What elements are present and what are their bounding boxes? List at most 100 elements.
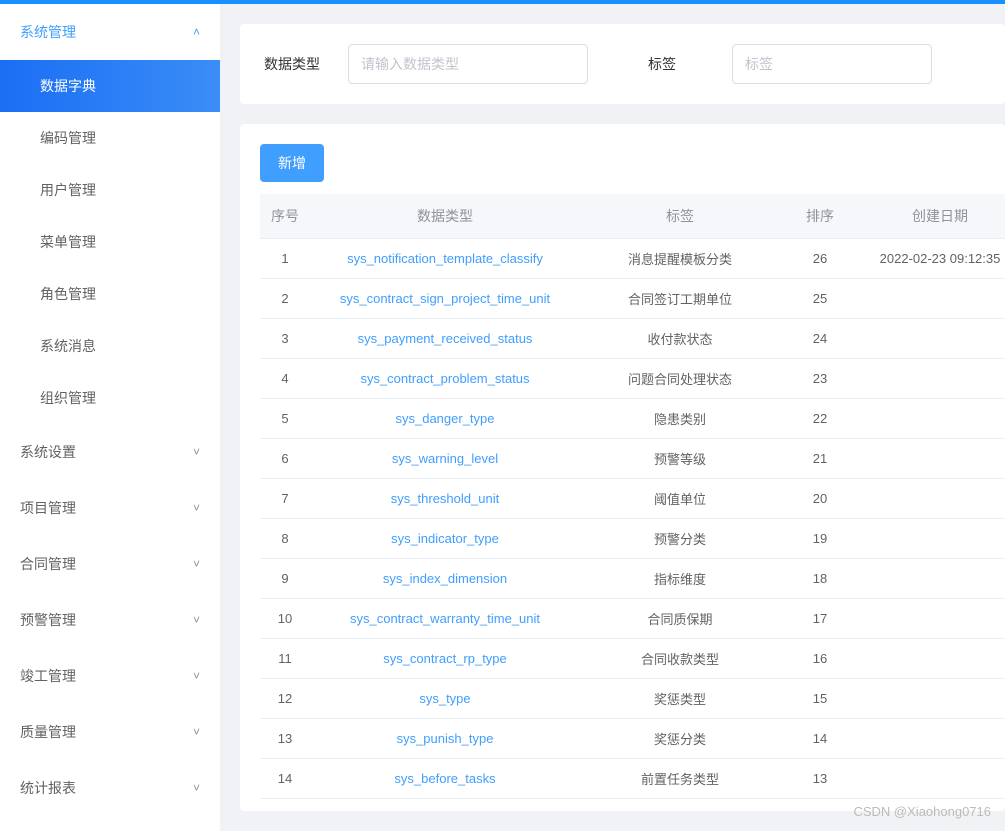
cell-data-type[interactable]: sys_danger_type [310,399,580,439]
cell-create-date [860,679,1005,719]
menu-group-label: 系统设置 [20,442,76,462]
cell-create-date [860,719,1005,759]
cell-data-type[interactable]: sys_payment_received_status [310,319,580,359]
cell-sort: 11 [780,799,860,812]
cell-sort: 25 [780,279,860,319]
cell-seq: 4 [260,359,310,399]
chevron-down-icon: ˅ [193,557,200,571]
table-row: 12sys_type奖惩类型15 [260,679,1005,719]
filter-panel: 数据类型 标签 [240,24,1005,104]
cell-sort: 23 [780,359,860,399]
cell-label: 问题合同处理状态 [580,359,780,399]
menu-group-label: 系统管理 [20,22,76,42]
menu-group-1[interactable]: 系统设置 ˅ [0,424,220,480]
th-label: 标签 [580,194,780,239]
cell-sort: 18 [780,559,860,599]
sidebar-item-0-1[interactable]: 编码管理 [0,112,220,164]
cell-create-date [860,399,1005,439]
cell-label: 预警等级 [580,439,780,479]
cell-create-date [860,559,1005,599]
chevron-down-icon: ˅ [193,501,200,515]
cell-seq: 6 [260,439,310,479]
filter-tag-input[interactable] [732,44,932,84]
cell-label: 预警分类 [580,519,780,559]
table-row: 9sys_index_dimension指标维度18 [260,559,1005,599]
cell-data-type[interactable]: sys_threshold_unit [310,479,580,519]
menu-group-7[interactable]: 统计报表˅ [0,760,220,816]
sidebar: 系统管理˄数据字典编码管理用户管理菜单管理角色管理系统消息组织管理系统设置˅项目… [0,4,220,831]
cell-data-type[interactable]: sys_type [310,679,580,719]
cell-create-date [860,359,1005,399]
cell-data-type[interactable]: sys_contract_rp_type [310,639,580,679]
cell-data-type[interactable]: sys_warning_level [310,439,580,479]
filter-tag-label: 标签 [648,54,712,74]
menu-group-0[interactable]: 系统管理˄ [0,4,220,60]
cell-data-type[interactable]: sys_index_dimension [310,559,580,599]
cell-seq: 14 [260,759,310,799]
cell-data-type[interactable]: sys_contract_problem_status [310,359,580,399]
cell-create-date [860,599,1005,639]
data-table: 序号 数据类型 标签 排序 创建日期 1sys_notification_tem… [260,194,1005,811]
cell-create-date [860,759,1005,799]
cell-label: 阈值单位 [580,479,780,519]
chevron-down-icon: ˅ [193,613,200,627]
cell-seq: 5 [260,399,310,439]
filter-data-type-label: 数据类型 [264,54,328,74]
cell-seq: 3 [260,319,310,359]
menu-group-2[interactable]: 项目管理 ˅ [0,480,220,536]
cell-create-date [860,799,1005,812]
cell-data-type[interactable]: sys_template_type [310,799,580,812]
cell-create-date [860,439,1005,479]
sidebar-item-0-6[interactable]: 组织管理 [0,372,220,424]
th-create-date: 创建日期 [860,194,1005,239]
cell-label: 消息提醒模板分类 [580,239,780,279]
cell-data-type[interactable]: sys_contract_sign_project_time_unit [310,279,580,319]
menu-group-label: 合同管理 [20,554,76,574]
chevron-down-icon: ˅ [193,725,200,739]
cell-label: 收付款状态 [580,319,780,359]
th-seq: 序号 [260,194,310,239]
chevron-down-icon: ˅ [193,445,200,459]
cell-seq: 13 [260,719,310,759]
table-wrap[interactable]: 序号 数据类型 标签 排序 创建日期 1sys_notification_tem… [260,194,1005,811]
table-row: 14sys_before_tasks前置任务类型13 [260,759,1005,799]
sidebar-item-0-4[interactable]: 角色管理 [0,268,220,320]
th-sort: 排序 [780,194,860,239]
add-button[interactable]: 新增 [260,144,324,182]
cell-seq: 2 [260,279,310,319]
cell-label: 合同质保期 [580,599,780,639]
menu-group-6[interactable]: 质量管理˅ [0,704,220,760]
cell-label: 项目模板类型 [580,799,780,812]
cell-sort: 17 [780,599,860,639]
menu-group-3[interactable]: 合同管理 ˅ [0,536,220,592]
th-data-type: 数据类型 [310,194,580,239]
cell-seq: 8 [260,519,310,559]
cell-data-type[interactable]: sys_notification_template_classify [310,239,580,279]
cell-label: 前置任务类型 [580,759,780,799]
cell-create-date [860,319,1005,359]
sidebar-item-0-2[interactable]: 用户管理 [0,164,220,216]
cell-seq: 11 [260,639,310,679]
cell-data-type[interactable]: sys_contract_warranty_time_unit [310,599,580,639]
cell-sort: 15 [780,679,860,719]
menu-group-4[interactable]: 预警管理˅ [0,592,220,648]
menu-group-label: 项目管理 [20,498,76,518]
filter-data-type-input[interactable] [348,44,588,84]
sidebar-item-0-0[interactable]: 数据字典 [0,60,220,112]
sidebar-item-0-3[interactable]: 菜单管理 [0,216,220,268]
cell-label: 奖惩分类 [580,719,780,759]
cell-data-type[interactable]: sys_before_tasks [310,759,580,799]
chevron-down-icon: ˅ [193,669,200,683]
chevron-down-icon: ˅ [193,781,200,795]
menu-group-5[interactable]: 竣工管理˅ [0,648,220,704]
cell-create-date [860,639,1005,679]
table-row: 3sys_payment_received_status收付款状态24 [260,319,1005,359]
cell-sort: 13 [780,759,860,799]
cell-data-type[interactable]: sys_punish_type [310,719,580,759]
cell-sort: 24 [780,319,860,359]
table-row: 8sys_indicator_type预警分类19 [260,519,1005,559]
cell-sort: 19 [780,519,860,559]
sidebar-item-0-5[interactable]: 系统消息 [0,320,220,372]
cell-data-type[interactable]: sys_indicator_type [310,519,580,559]
table-row: 13sys_punish_type奖惩分类14 [260,719,1005,759]
